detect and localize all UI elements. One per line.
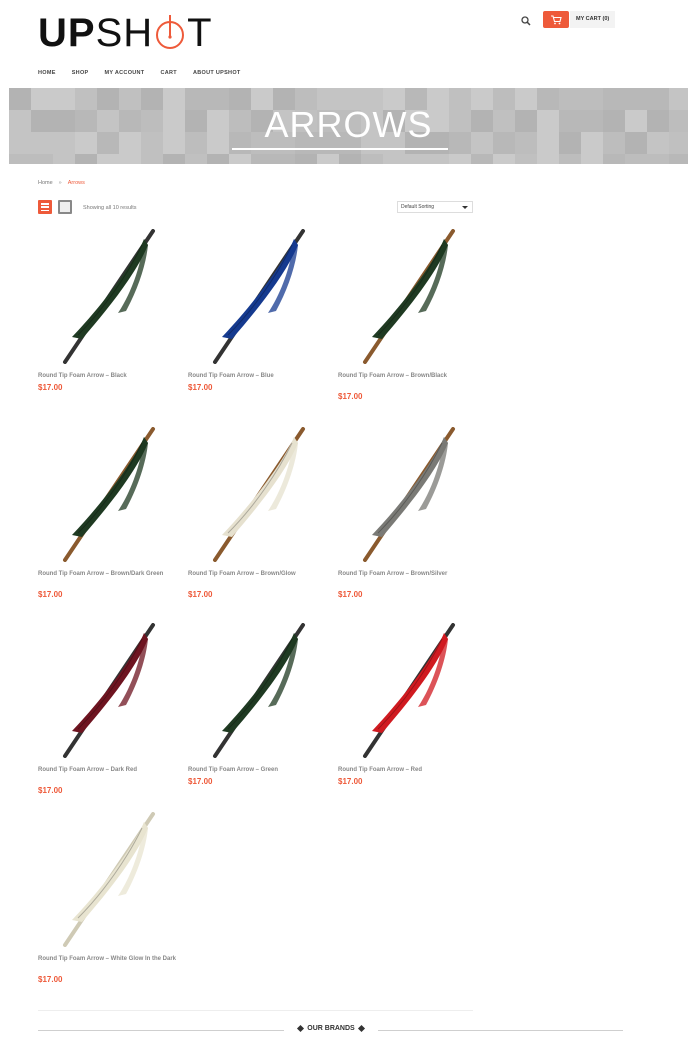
chevron-down-icon [462, 206, 468, 209]
product-price: $17.00 [38, 975, 63, 984]
product-name[interactable]: Round Tip Foam Arrow – Green [188, 766, 328, 775]
product-name[interactable]: Round Tip Foam Arrow – Brown/Dark Green [38, 570, 178, 579]
brands-heading: OUR BRANDS [284, 1024, 378, 1032]
breadcrumb-current: Arrows [67, 180, 85, 186]
product-image[interactable] [188, 623, 328, 758]
page-title: ARROWS [264, 104, 433, 145]
diamond-icon [297, 1024, 305, 1032]
divider [38, 1010, 473, 1011]
product-image[interactable] [38, 623, 178, 758]
product-price: $17.00 [188, 590, 213, 599]
product-price: $17.00 [188, 383, 213, 392]
product-name[interactable]: Round Tip Foam Arrow – Black [38, 372, 178, 381]
product-name[interactable]: Round Tip Foam Arrow – White Glow In the… [38, 955, 178, 964]
product-price: $17.00 [188, 777, 213, 786]
list-view-icon[interactable] [38, 200, 52, 214]
nav-item-shop[interactable]: SHOP [72, 70, 89, 76]
breadcrumb: Home » Arrows [38, 180, 85, 186]
diamond-icon [357, 1024, 365, 1032]
product-name[interactable]: Round Tip Foam Arrow – Brown/Glow [188, 570, 328, 579]
sort-select[interactable]: Default Sorting [397, 201, 473, 213]
product-price: $17.00 [338, 777, 363, 786]
product-price: $17.00 [38, 786, 63, 795]
breadcrumb-separator: » [58, 180, 62, 186]
logo-text-up: UP [38, 10, 96, 55]
site-header: UP SH T MY CART (0) HOME SHOP MY ACCOUNT… [0, 0, 688, 88]
sort-select-value: Default Sorting [401, 204, 435, 210]
product-image[interactable] [188, 427, 328, 562]
product-name[interactable]: Round Tip Foam Arrow – Blue [188, 372, 328, 381]
brands-heading-text: OUR BRANDS [307, 1025, 355, 1032]
product-name[interactable]: Round Tip Foam Arrow – Brown/Black [338, 372, 478, 381]
product-name[interactable]: Round Tip Foam Arrow – Dark Red [38, 766, 178, 775]
main-nav: HOME SHOP MY ACCOUNT CART ABOUT UPSHOT [38, 70, 257, 76]
product-name[interactable]: Round Tip Foam Arrow – Red [338, 766, 478, 775]
product-price: $17.00 [338, 590, 363, 599]
nav-item-cart[interactable]: CART [160, 70, 176, 76]
site-logo[interactable]: UP SH T [38, 10, 213, 55]
crosshair-icon [154, 13, 186, 53]
page-banner: ARROWS [9, 88, 688, 164]
logo-text-shot: SH T [96, 13, 213, 53]
divider-left [38, 1030, 284, 1031]
product-price: $17.00 [338, 392, 363, 401]
cart-button[interactable] [543, 11, 569, 28]
breadcrumb-home[interactable]: Home [38, 180, 53, 186]
result-count: Showing all 10 results [83, 205, 137, 211]
search-icon[interactable] [519, 14, 533, 28]
product-image[interactable] [38, 427, 178, 562]
divider-right [378, 1030, 623, 1031]
product-price: $17.00 [38, 383, 63, 392]
cart-label[interactable]: MY CART (0) [570, 11, 616, 28]
title-underline [232, 148, 448, 150]
logo-text-sh: SH [95, 10, 154, 55]
product-image[interactable] [38, 812, 178, 947]
product-image[interactable] [338, 427, 478, 562]
nav-item-home[interactable]: HOME [38, 70, 56, 76]
product-image[interactable] [338, 229, 478, 364]
product-image[interactable] [38, 229, 178, 364]
product-image[interactable] [338, 623, 478, 758]
grid-view-icon[interactable] [58, 200, 72, 214]
cart-icon [551, 14, 562, 24]
product-image[interactable] [188, 229, 328, 364]
product-name[interactable]: Round Tip Foam Arrow – Brown/Silver [338, 570, 478, 579]
product-price: $17.00 [38, 590, 63, 599]
logo-text-t: T [187, 10, 213, 55]
nav-item-my-account[interactable]: MY ACCOUNT [105, 70, 145, 76]
nav-item-about[interactable]: ABOUT UPSHOT [193, 70, 241, 76]
